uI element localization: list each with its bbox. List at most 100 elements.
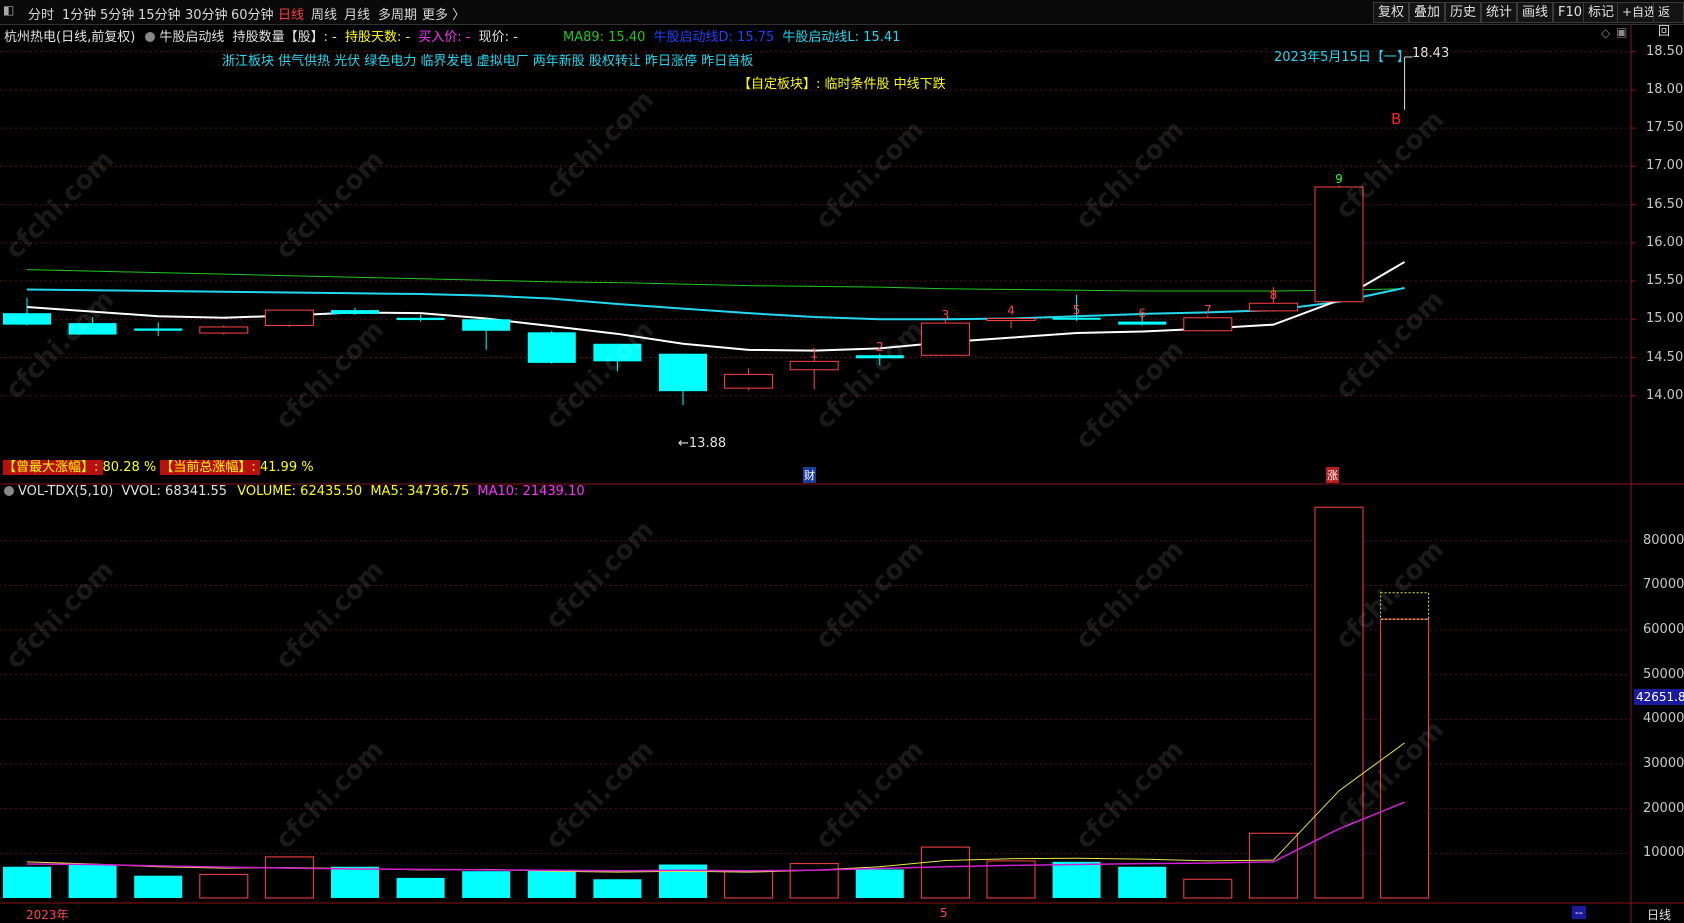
volume-bar bbox=[1118, 866, 1167, 898]
button-stats[interactable]: 统计 bbox=[1481, 2, 1518, 23]
volume-tick-label: 40000 bbox=[1643, 711, 1684, 727]
concept-tags: 浙江板块 供气供热 光伏 绿色电力 临界发电 虚拟电厂 两年新股 股权转让 昨日… bbox=[222, 54, 754, 69]
tab-period-fenshi[interactable]: 分时 bbox=[28, 4, 54, 23]
custom-sector-label: 【自定板块】: bbox=[738, 77, 825, 92]
volume-bar bbox=[68, 864, 117, 898]
limit-up-marker[interactable]: 涨 bbox=[1326, 467, 1339, 483]
tab-period-day[interactable]: 日线 bbox=[278, 4, 304, 23]
sequence-count-label: 2 bbox=[876, 340, 884, 354]
tab-period-60min[interactable]: 60分钟 bbox=[231, 4, 274, 23]
volume-tick-label: 50000 bbox=[1643, 666, 1684, 682]
button-back[interactable]: 返回 bbox=[1653, 2, 1684, 38]
candle-body bbox=[593, 343, 642, 362]
price-tick-label: 14.00 bbox=[1646, 387, 1684, 403]
tab-period-1min[interactable]: 1分钟 bbox=[62, 4, 96, 23]
candle-body bbox=[1314, 186, 1364, 303]
max-gain-label: 【曾最大涨幅】: bbox=[3, 460, 103, 475]
volume-ma5-line bbox=[26, 742, 1405, 873]
tab-period-30min[interactable]: 30分钟 bbox=[185, 4, 228, 23]
custom-sector: 【自定板块】: 临时条件股 中线下跌 bbox=[738, 73, 946, 92]
volume-bar bbox=[462, 871, 511, 898]
candle-body bbox=[1183, 317, 1233, 332]
volume-bar bbox=[527, 870, 576, 898]
volume-bar bbox=[1380, 618, 1430, 899]
gain-summary: 【曾最大涨幅】: 80.28 % 【当前总涨幅】: 41.99 % bbox=[3, 456, 314, 475]
hold-qty-label: 持股数量【股】: - bbox=[232, 30, 337, 45]
price-tick-label: 17.50 bbox=[1646, 120, 1684, 136]
price-tick-label: 14.50 bbox=[1646, 349, 1684, 365]
price-panel-header: 杭州热电(日线,前复权) 牛股启动线 持股数量【股】: - 持股天数: - 买入… bbox=[4, 26, 518, 45]
hold-days-label: 持股天数: - bbox=[344, 30, 411, 45]
volume-tick-label: 80000 bbox=[1643, 532, 1684, 548]
price-tick-label: 17.00 bbox=[1646, 158, 1684, 174]
button-mark[interactable]: 标记 bbox=[1583, 2, 1620, 23]
window-icon[interactable]: ▣ bbox=[1616, 25, 1627, 39]
date-axis-month: 5 bbox=[940, 906, 948, 920]
volume-bar bbox=[134, 875, 183, 898]
volume-bar bbox=[986, 860, 1036, 899]
lineD-value: 牛股启动线D: 15.75 bbox=[653, 30, 775, 45]
date-annotation: 2023年5月15日【一】 bbox=[1274, 50, 1410, 65]
candle-body bbox=[920, 322, 970, 356]
indicator-settings-icon[interactable] bbox=[145, 32, 156, 42]
volume-current-value: 42651.85 bbox=[1634, 689, 1684, 705]
candle-body bbox=[68, 323, 117, 335]
candle-body bbox=[724, 373, 774, 389]
sequence-count-label: 1 bbox=[810, 346, 818, 360]
diamond-icon[interactable]: ◇ bbox=[1601, 26, 1610, 40]
buy-signal-b: B bbox=[1391, 110, 1402, 128]
low-price-label: ←13.88 bbox=[678, 436, 727, 451]
volume-bar bbox=[396, 877, 445, 898]
volume-value: VOLUME: 62435.50 bbox=[237, 484, 363, 499]
volume-tick-label: 70000 bbox=[1643, 577, 1684, 593]
buy-price-label: 买入价: - bbox=[418, 30, 471, 45]
max-gain-value: 80.28 % bbox=[102, 460, 157, 475]
button-history[interactable]: 历史 bbox=[1445, 2, 1482, 23]
candle-body bbox=[527, 332, 576, 363]
sequence-count-label: 7 bbox=[1204, 303, 1212, 317]
tab-period-week[interactable]: 周线 bbox=[311, 4, 337, 23]
button-f10[interactable]: F10 bbox=[1553, 2, 1588, 23]
sequence-count-label: 5 bbox=[1073, 303, 1081, 317]
ma5-value: MA5: 34736.75 bbox=[370, 484, 470, 499]
volume-panel-header: VOL-TDX(5,10) VVOL: 68341.55 VOLUME: 624… bbox=[4, 484, 585, 499]
ma89-line bbox=[26, 269, 1405, 292]
volume-bar bbox=[3, 866, 51, 898]
button-overlay[interactable]: 叠加 bbox=[1409, 2, 1446, 23]
candle-body bbox=[199, 326, 249, 334]
high-price-label: 18.43 bbox=[1412, 46, 1450, 61]
button-draw[interactable]: 画线 bbox=[1517, 2, 1554, 23]
price-tick-label: 16.50 bbox=[1646, 196, 1684, 212]
tab-period-month[interactable]: 月线 bbox=[344, 4, 370, 23]
volume-bar bbox=[331, 866, 379, 898]
price-tick-label: 16.00 bbox=[1646, 234, 1684, 250]
tab-period-5min[interactable]: 5分钟 bbox=[100, 4, 134, 23]
lineL-line bbox=[26, 286, 1405, 321]
collapse-icon[interactable]: ◧ bbox=[3, 3, 14, 17]
candle-body bbox=[986, 318, 1036, 322]
tab-period-multi[interactable]: 多周期 bbox=[378, 4, 417, 23]
price-tick-label: 15.00 bbox=[1646, 311, 1684, 327]
ma10-value: MA10: 21439.10 bbox=[477, 484, 585, 499]
sequence-count-label: 6 bbox=[1138, 307, 1146, 321]
candle-body bbox=[331, 310, 379, 314]
volume-bar bbox=[789, 863, 839, 899]
lineD-line bbox=[26, 261, 1406, 352]
tab-more[interactable]: 更多 〉 bbox=[422, 4, 465, 23]
volume-bar bbox=[724, 871, 774, 899]
tab-period-15min[interactable]: 15分钟 bbox=[138, 4, 181, 23]
finance-marker[interactable]: 财 bbox=[803, 467, 816, 483]
period-indicator[interactable]: 日线 bbox=[1647, 906, 1671, 923]
volume-bar bbox=[199, 873, 249, 899]
button-fuquan[interactable]: 复权 bbox=[1373, 2, 1410, 23]
volume-bar bbox=[1183, 878, 1233, 899]
candle-body bbox=[789, 360, 839, 371]
indicator-name[interactable]: 牛股启动线 bbox=[159, 30, 224, 45]
volume-settings-icon[interactable] bbox=[4, 486, 14, 496]
sequence-count-label: 3 bbox=[942, 308, 950, 322]
volume-indicator-name[interactable]: VOL-TDX(5,10) bbox=[18, 484, 113, 499]
scroll-indicator[interactable]: -- bbox=[1572, 906, 1586, 919]
candle-body bbox=[1118, 321, 1167, 325]
price-tick-label: 18.00 bbox=[1646, 81, 1684, 97]
volume-tick-label: 20000 bbox=[1643, 800, 1684, 816]
